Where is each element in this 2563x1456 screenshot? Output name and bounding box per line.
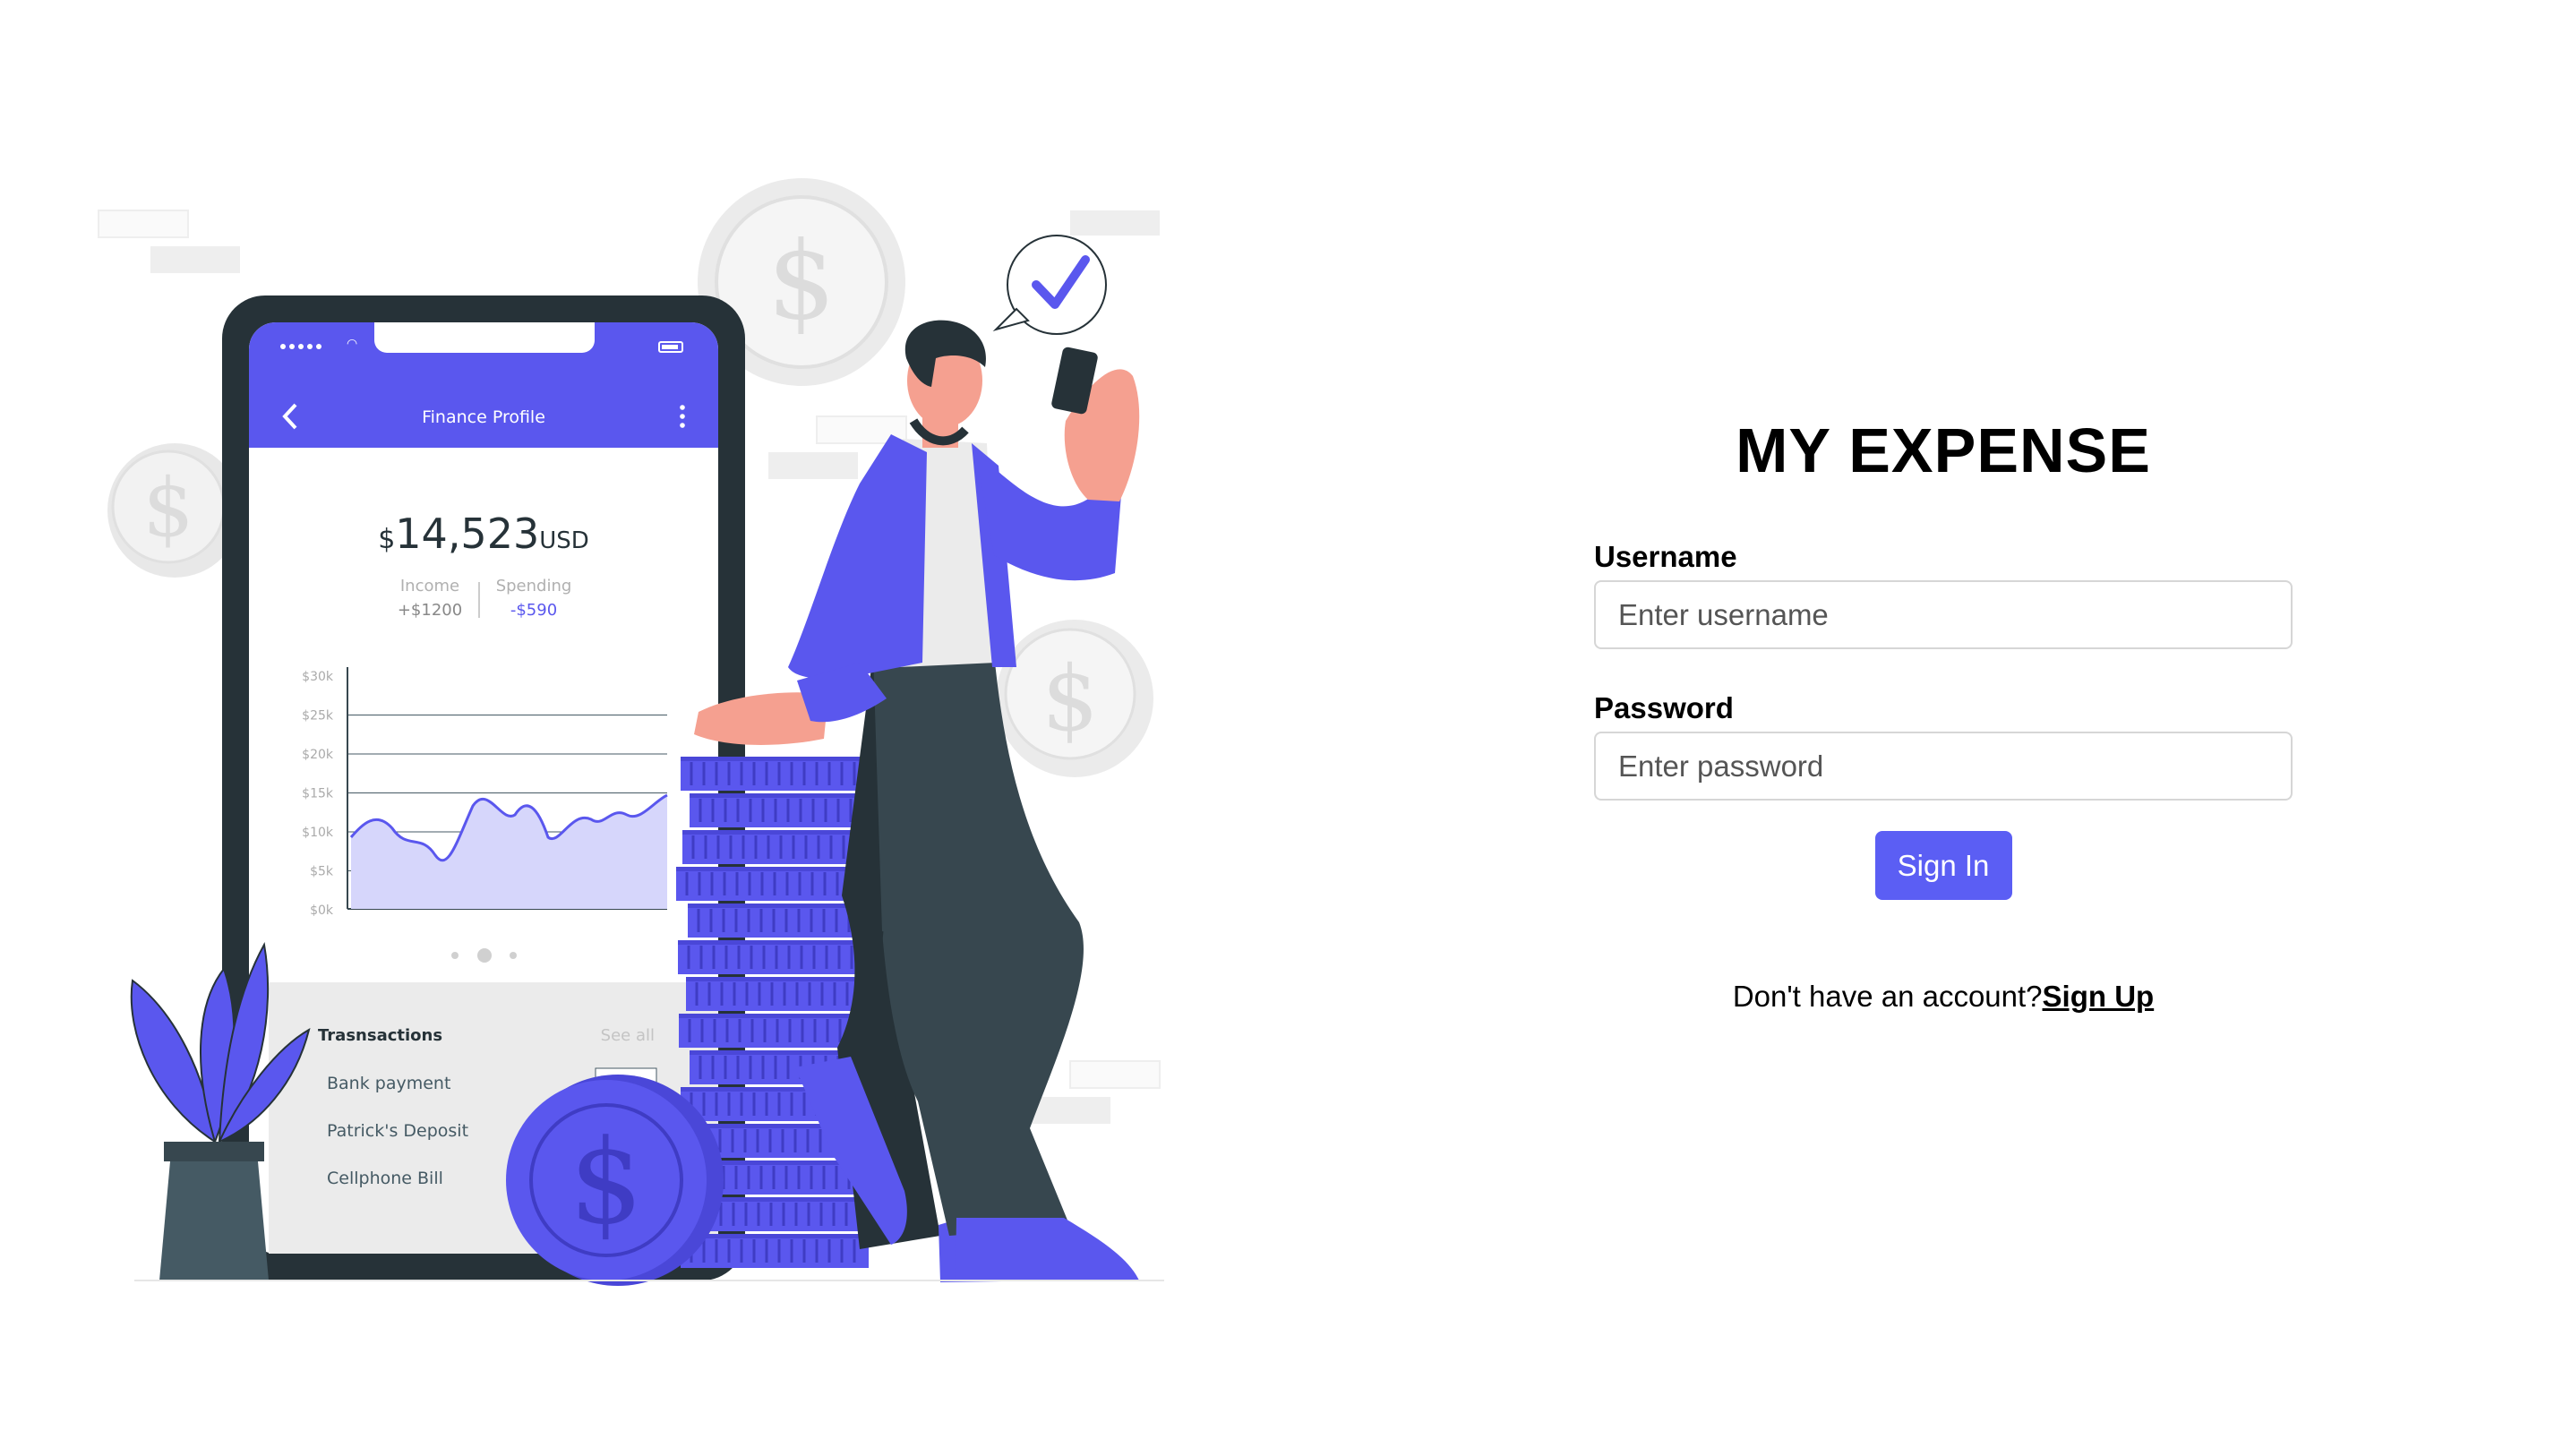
transaction-item: Cellphone Bill — [327, 1169, 443, 1188]
chart-tick-label: $15k — [302, 787, 334, 801]
dollar-coin-icon: $ — [506, 1075, 724, 1286]
signin-row: Sign In — [1594, 831, 2293, 900]
transactions-title: Trasnsactions — [318, 1026, 442, 1045]
svg-text:$: $ — [570, 1114, 644, 1250]
password-input[interactable] — [1594, 732, 2293, 801]
password-label: Password — [1594, 691, 1734, 724]
chart-tick-label: $0k — [310, 904, 334, 918]
signup-row: Don't have an account?Sign Up — [1594, 979, 2293, 1015]
chart-tick-label: $10k — [302, 826, 334, 840]
chart-tick-label: $25k — [302, 709, 334, 724]
hero-illustration: $ $ $ ◠ Finance Profile $14,523USD Incom… — [0, 0, 1200, 1456]
phone-header-title: Finance Profile — [422, 407, 545, 427]
transaction-item: Patrick's Deposit — [327, 1121, 468, 1141]
wifi-icon: ◠ — [347, 337, 357, 351]
username-label: Username — [1594, 540, 1737, 573]
spending-value: -$590 — [510, 601, 557, 620]
see-all-link: See all — [601, 1026, 655, 1045]
username-input[interactable] — [1594, 580, 2293, 649]
svg-text:$: $ — [142, 461, 193, 555]
spending-label: Spending — [496, 577, 572, 595]
income-label: Income — [400, 577, 459, 595]
login-panel: MY EXPENSE Username Password Sign In Don… — [1594, 412, 2293, 1015]
background-coin-left: $ — [107, 443, 242, 578]
app-title: MY EXPENSE — [1736, 415, 2151, 485]
sign-up-link[interactable]: Sign Up — [2043, 980, 2155, 1013]
chart-tick-label: $20k — [302, 748, 334, 762]
svg-text:$: $ — [767, 219, 836, 344]
svg-text:$: $ — [1041, 647, 1099, 751]
sign-in-button[interactable]: Sign In — [1874, 831, 2012, 900]
background-coin-right: $ — [996, 620, 1153, 777]
chart-tick-label: $5k — [310, 865, 334, 879]
check-bubble-icon — [992, 235, 1107, 335]
income-value: +$1200 — [398, 601, 462, 620]
signup-prompt: Don't have an account? — [1732, 980, 2043, 1013]
more-icon — [680, 405, 685, 428]
transaction-item: Bank payment — [327, 1074, 450, 1093]
chart-tick-label: $30k — [302, 670, 334, 684]
